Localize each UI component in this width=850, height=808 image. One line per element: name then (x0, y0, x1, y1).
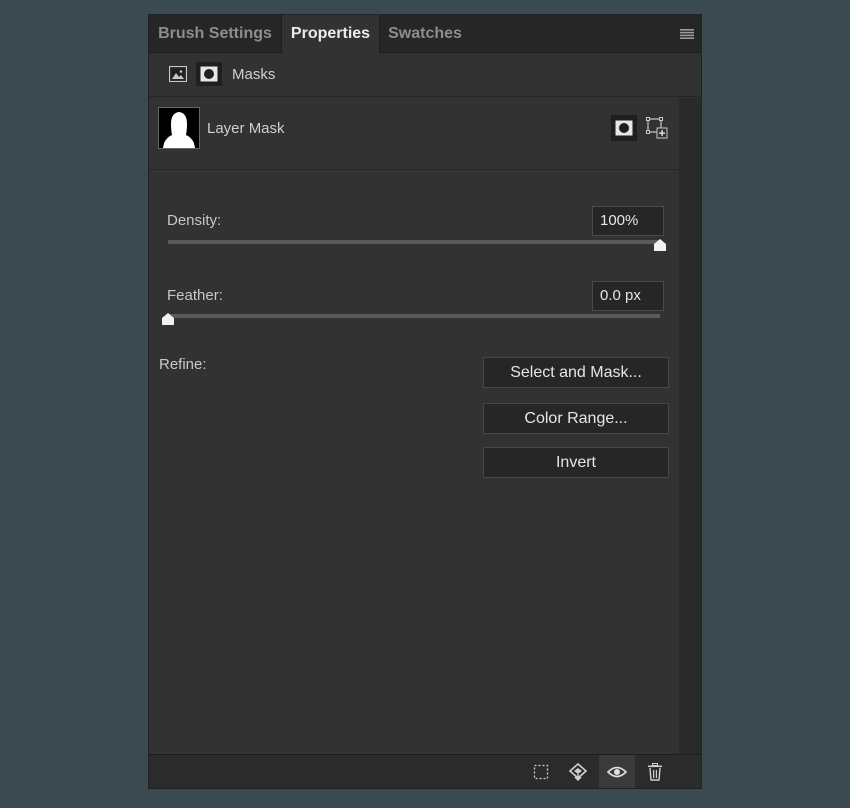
layer-mask-icon (200, 66, 218, 82)
panel-footer (149, 754, 701, 788)
select-and-mask-button[interactable]: Select and Mask... (483, 357, 669, 388)
trash-icon (648, 763, 662, 781)
feather-label: Feather: (167, 287, 223, 304)
layer-mask-thumbnail[interactable] (158, 107, 200, 149)
color-range-button[interactable]: Color Range... (483, 403, 669, 434)
refine-label: Refine: (159, 356, 207, 373)
panel-tab-bar: Brush Settings Properties Swatches (149, 15, 701, 54)
load-selection-button[interactable] (523, 755, 559, 788)
add-pixel-mask-icon (615, 120, 633, 136)
hamburger-menu-icon[interactable] (680, 29, 694, 39)
invert-button[interactable]: Invert (483, 447, 669, 478)
silhouette-image (163, 112, 195, 148)
masks-header: Masks (149, 53, 701, 97)
scrollbar[interactable] (679, 98, 701, 754)
density-label: Density: (167, 212, 222, 229)
layer-mask-mode-button[interactable] (196, 62, 222, 86)
density-slider[interactable] (168, 240, 660, 244)
feather-slider[interactable] (168, 314, 660, 318)
masks-label: Masks (232, 66, 276, 83)
layer-mask-label: Layer Mask (207, 120, 285, 137)
selection-icon (533, 764, 549, 780)
eye-icon (607, 766, 627, 778)
image-icon[interactable] (169, 66, 187, 82)
properties-panel: Brush Settings Properties Swatches Masks (148, 14, 702, 789)
delete-button[interactable] (637, 755, 673, 788)
apply-mask-icon (568, 763, 588, 781)
feather-slider-thumb[interactable] (161, 313, 175, 325)
tab-swatches[interactable]: Swatches (381, 15, 469, 53)
tab-brush-settings[interactable]: Brush Settings (149, 15, 281, 53)
add-vector-mask-icon[interactable] (645, 116, 669, 140)
feather-field[interactable]: 0.0 px (592, 281, 664, 311)
density-field[interactable]: 100% (592, 206, 664, 236)
toggle-visibility-button[interactable] (599, 755, 635, 788)
density-slider-thumb[interactable] (653, 239, 667, 251)
layer-mask-row: Layer Mask (149, 98, 679, 170)
add-pixel-mask-button[interactable] (611, 115, 637, 141)
tab-properties[interactable]: Properties (281, 15, 380, 54)
properties-content: Layer Mask Density: 100% Feather: 0.0 px… (149, 98, 679, 754)
apply-mask-button[interactable] (560, 755, 596, 788)
